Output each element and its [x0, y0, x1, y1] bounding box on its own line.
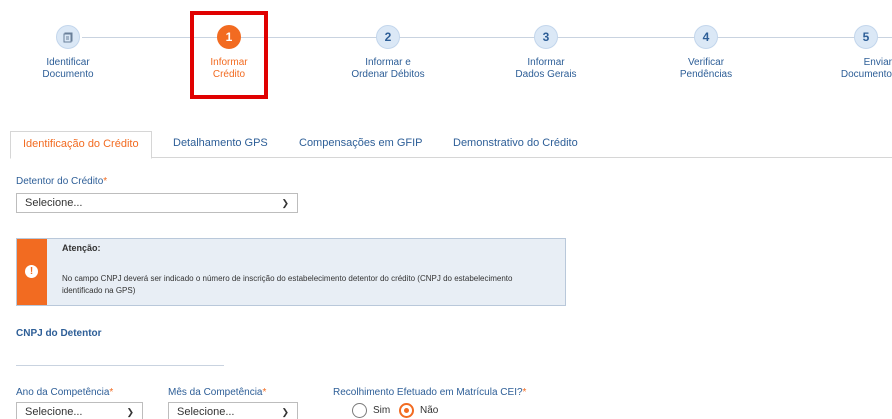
tab-demonstrativo-credito[interactable]: Demonstrativo do Crédito	[441, 131, 590, 158]
step-identificar-documento[interactable]: Identificar Documento	[18, 25, 118, 81]
tab-bar: Identificação do Crédito Detalhamento GP…	[10, 131, 892, 159]
detentor-label: Detentor do Crédito*	[16, 176, 108, 187]
radio-nao[interactable]	[399, 403, 414, 418]
step-label: Informar e Ordenar Débitos	[351, 57, 425, 80]
step-informar-dados-gerais[interactable]: 3 Informar Dados Gerais	[496, 25, 596, 81]
mes-label: Mês da Competência*	[168, 387, 267, 398]
chevron-down-icon: ❯	[281, 407, 289, 417]
recolhimento-label: Recolhimento Efetuado em Matrícula CEI?*	[333, 387, 527, 398]
attention-alert: ! Atenção: No campo CNPJ deverá ser indi…	[16, 238, 566, 306]
alert-bar: !	[17, 239, 47, 305]
ano-label: Ano da Competência*	[16, 387, 114, 398]
tab-detalhamento-gps[interactable]: Detalhamento GPS	[161, 131, 280, 158]
step-label: Identificar Documento	[42, 57, 94, 80]
detentor-select[interactable]: Selecione... ❯	[16, 193, 298, 213]
step-informar-ordenar-debitos[interactable]: 2 Informar e Ordenar Débitos	[338, 25, 438, 81]
step-number-badge: 2	[376, 25, 400, 49]
highlight-annotation	[190, 11, 268, 99]
document-icon	[56, 25, 80, 49]
alert-title: Atenção:	[62, 243, 101, 253]
step-number-badge: 4	[694, 25, 718, 49]
chevron-down-icon: ❯	[281, 198, 289, 208]
chevron-down-icon: ❯	[126, 407, 134, 417]
step-number-badge: 5	[854, 25, 878, 49]
radio-sim[interactable]	[352, 403, 367, 418]
alert-message: No campo CNPJ deverá ser indicado o núme…	[62, 274, 513, 295]
tab-compensacoes-gfip[interactable]: Compensações em GFIP	[287, 131, 435, 158]
step-label: Enviar Documento	[840, 57, 892, 80]
step-label: Verificar Pendências	[679, 57, 733, 80]
tab-identificacao-credito[interactable]: Identificação do Crédito	[10, 131, 152, 159]
progress-stepper: Identificar Documento 1 Informar Crédito 2…	[0, 0, 892, 100]
radio-sim-label: Sim	[373, 405, 391, 416]
mes-select[interactable]: Selecione... ❯	[168, 402, 298, 419]
ano-select[interactable]: Selecione... ❯	[16, 402, 143, 419]
exclamation-icon: !	[25, 265, 38, 278]
step-enviar-documento[interactable]: 5 Enviar Documento	[792, 25, 892, 81]
step-number-badge: 3	[534, 25, 558, 49]
step-verificar-pendencias[interactable]: 4 Verificar Pendências	[656, 25, 756, 81]
cnpj-label: CNPJ do Detentor	[16, 328, 102, 339]
step-label: Informar Dados Gerais	[515, 57, 577, 80]
radio-nao-label: Não	[420, 405, 439, 416]
cnpj-input[interactable]	[16, 365, 224, 366]
